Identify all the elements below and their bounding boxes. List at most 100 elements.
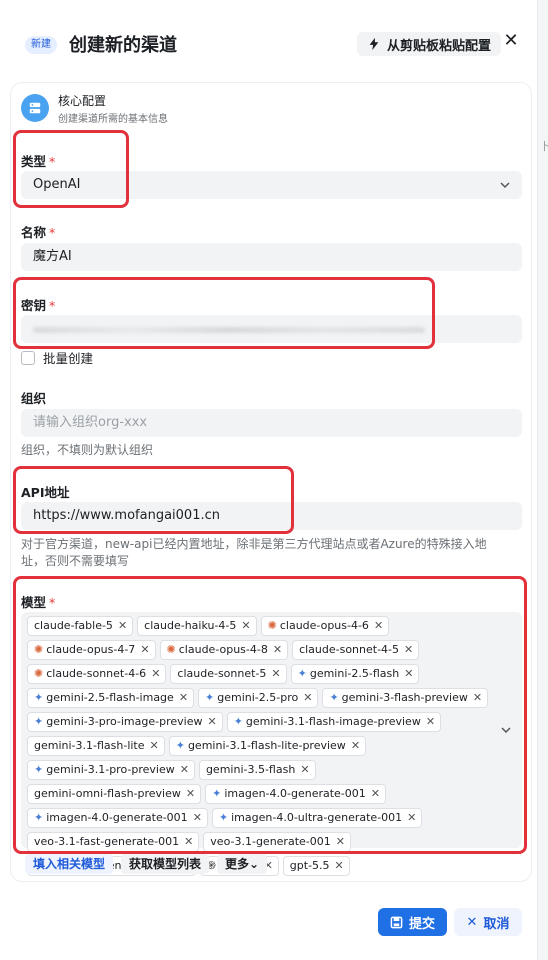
close-icon: ✕ [466, 914, 478, 930]
model-tag[interactable]: claude-sonnet-5 ✕ [170, 664, 287, 684]
background-window-edge: 卜 [537, 0, 548, 960]
remove-tag-icon[interactable]: ✕ [351, 737, 360, 755]
model-tag-label: claude-sonnet-4-5 [299, 643, 400, 656]
gemini-icon: ✦ [175, 739, 185, 752]
model-tag[interactable]: ✦ gemini-3.1-pro-preview ✕ [27, 760, 195, 780]
remove-tag-icon[interactable]: ✕ [473, 689, 482, 707]
remove-tag-icon[interactable]: ✕ [273, 641, 282, 659]
new-badge: 新建 [25, 36, 57, 54]
remove-tag-icon[interactable]: ✕ [303, 689, 312, 707]
remove-tag-icon[interactable]: ✕ [151, 665, 160, 683]
remove-tag-icon[interactable]: ✕ [241, 617, 250, 635]
fetch-model-list-button[interactable]: 获取模型列表 [121, 854, 210, 874]
remove-tag-icon[interactable]: ✕ [404, 641, 413, 659]
remove-tag-icon[interactable]: ✕ [426, 713, 435, 731]
chevron-down-icon[interactable] [500, 724, 512, 736]
model-tag[interactable]: veo-3.1-fast-generate-001 ✕ [27, 832, 200, 852]
remove-tag-icon[interactable]: ✕ [193, 809, 202, 827]
gemini-icon: ✦ [34, 811, 44, 824]
name-label: 名称 * [21, 222, 55, 241]
model-tag[interactable]: ✦ gemini-2.5-flash ✕ [290, 664, 420, 684]
gemini-icon: ✦ [329, 691, 339, 704]
chevron-down-icon [500, 182, 510, 189]
remove-tag-icon[interactable]: ✕ [140, 641, 149, 659]
remove-tag-icon[interactable]: ✕ [404, 665, 413, 683]
remove-tag-icon[interactable]: ✕ [371, 785, 380, 803]
model-tags: claude-fable-5 ✕ claude-haiku-4-5 ✕ ✺ claude-… [27, 616, 492, 876]
remove-tag-icon[interactable]: ✕ [336, 833, 345, 851]
model-tag[interactable]: veo-3.1-generate-001 ✕ [203, 832, 351, 852]
model-tag[interactable]: ✦ imagen-4.0-generate-001 ✕ [27, 808, 208, 828]
gemini-icon: ✦ [34, 691, 44, 704]
model-tag[interactable]: gemini-3.1-flash-lite ✕ [27, 736, 165, 756]
model-tag[interactable]: ✦ imagen-4.0-ultra-generate-001 ✕ [211, 808, 423, 828]
fill-related-models-button[interactable]: 填入相关模型 [25, 854, 114, 874]
remove-tag-icon[interactable]: ✕ [118, 617, 127, 635]
model-tag-label: imagen-4.0-ultra-generate-001 [231, 811, 403, 824]
remove-tag-icon[interactable]: ✕ [207, 713, 216, 731]
model-tag-label: gemini-2.5-flash [309, 667, 400, 680]
remove-tag-icon[interactable]: ✕ [150, 737, 159, 755]
remove-tag-icon[interactable]: ✕ [407, 809, 416, 827]
model-tag[interactable]: ✺ claude-opus-4-8 ✕ [159, 640, 289, 660]
models-label-text: 模型 [21, 595, 47, 610]
submit-button[interactable]: 提交 [378, 908, 447, 936]
gemini-icon: ✦ [297, 667, 307, 680]
model-tag[interactable]: ✺ claude-opus-4-6 ✕ [260, 616, 390, 636]
more-dropdown-button[interactable]: 更多⌄ [217, 854, 268, 874]
remove-tag-icon[interactable]: ✕ [179, 689, 188, 707]
more-label: 更多 [225, 857, 250, 871]
model-tag[interactable]: ✦ gemini-2.5-pro ✕ [198, 688, 319, 708]
name-input[interactable]: 魔方AI [21, 243, 522, 271]
required-mark: * [49, 225, 56, 240]
remove-tag-icon[interactable]: ✕ [271, 665, 280, 683]
remove-tag-icon[interactable]: ✕ [335, 857, 344, 875]
required-mark: * [49, 298, 56, 313]
remove-tag-icon[interactable]: ✕ [300, 761, 309, 779]
model-tag[interactable]: ✦ gemini-3-flash-preview ✕ [322, 688, 489, 708]
model-tag[interactable]: claude-sonnet-4-5 ✕ [292, 640, 420, 660]
models-label: 模型 * [21, 592, 55, 611]
cancel-button[interactable]: ✕ 取消 [454, 908, 522, 936]
claude-icon: ✺ [166, 643, 176, 656]
checkbox-box[interactable] [21, 350, 35, 365]
claude-icon: ✺ [34, 667, 44, 680]
model-tag[interactable]: ✦ gemini-3.1-flash-image-preview ✕ [226, 712, 442, 732]
remove-tag-icon[interactable]: ✕ [180, 761, 189, 779]
model-tag-label: veo-3.1-generate-001 [210, 835, 331, 848]
models-multiselect[interactable]: claude-fable-5 ✕ claude-haiku-4-5 ✕ ✺ claude-… [21, 612, 522, 876]
org-input-placeholder: 请输入组织org-xxx [33, 415, 148, 430]
model-tag[interactable]: ✦ gemini-3.1-flash-lite-preview ✕ [168, 736, 367, 756]
org-hint: 组织，不填则为默认组织 [21, 443, 154, 457]
remove-tag-icon[interactable]: ✕ [186, 785, 195, 803]
close-icon[interactable]: ✕ [502, 31, 520, 51]
model-tag[interactable]: ✦ gemini-2.5-flash-image ✕ [27, 688, 195, 708]
model-tag[interactable]: gemini-3.5-flash ✕ [198, 760, 316, 780]
type-select[interactable]: OpenAI [21, 171, 522, 199]
model-tag[interactable]: gemini-omni-flash-preview ✕ [27, 784, 202, 804]
model-tag[interactable]: claude-haiku-4-5 ✕ [137, 616, 257, 636]
model-tag[interactable]: ✺ claude-opus-4-7 ✕ [27, 640, 156, 660]
org-input[interactable]: 请输入组织org-xxx [21, 409, 522, 437]
batch-create-checkbox[interactable]: 批量创建 [21, 348, 93, 367]
required-mark: * [49, 595, 56, 610]
claude-icon: ✺ [267, 619, 277, 632]
model-tag[interactable]: ✦ gemini-3-pro-image-preview ✕ [27, 712, 223, 732]
remove-tag-icon[interactable]: ✕ [184, 833, 193, 851]
api-input[interactable]: https://www.mofangai001.cn [21, 502, 522, 530]
model-tag-label: gemini-3.5-flash [205, 763, 296, 776]
type-label-text: 类型 [21, 154, 47, 169]
paste-config-button[interactable]: 从剪贴板粘贴配置 [357, 32, 502, 56]
key-label: 密钥 * [21, 295, 55, 314]
model-tag[interactable]: ✺ claude-sonnet-4-6 ✕ [27, 664, 167, 684]
model-tag[interactable]: claude-fable-5 ✕ [27, 616, 134, 636]
remove-tag-icon[interactable]: ✕ [374, 617, 383, 635]
model-actions: 填入相关模型 获取模型列表 更多⌄ [25, 854, 268, 874]
gemini-icon: ✦ [233, 715, 243, 728]
model-tag-label: gemini-3.1-flash-lite [34, 739, 145, 752]
model-tag[interactable]: gpt-5.5 ✕ [282, 856, 350, 876]
key-input[interactable] [21, 315, 522, 343]
model-tag-label: gemini-3.1-pro-preview [46, 763, 175, 776]
gemini-icon: ✦ [218, 811, 229, 824]
model-tag[interactable]: ✦ imagen-4.0-generate-001 ✕ [205, 784, 386, 804]
